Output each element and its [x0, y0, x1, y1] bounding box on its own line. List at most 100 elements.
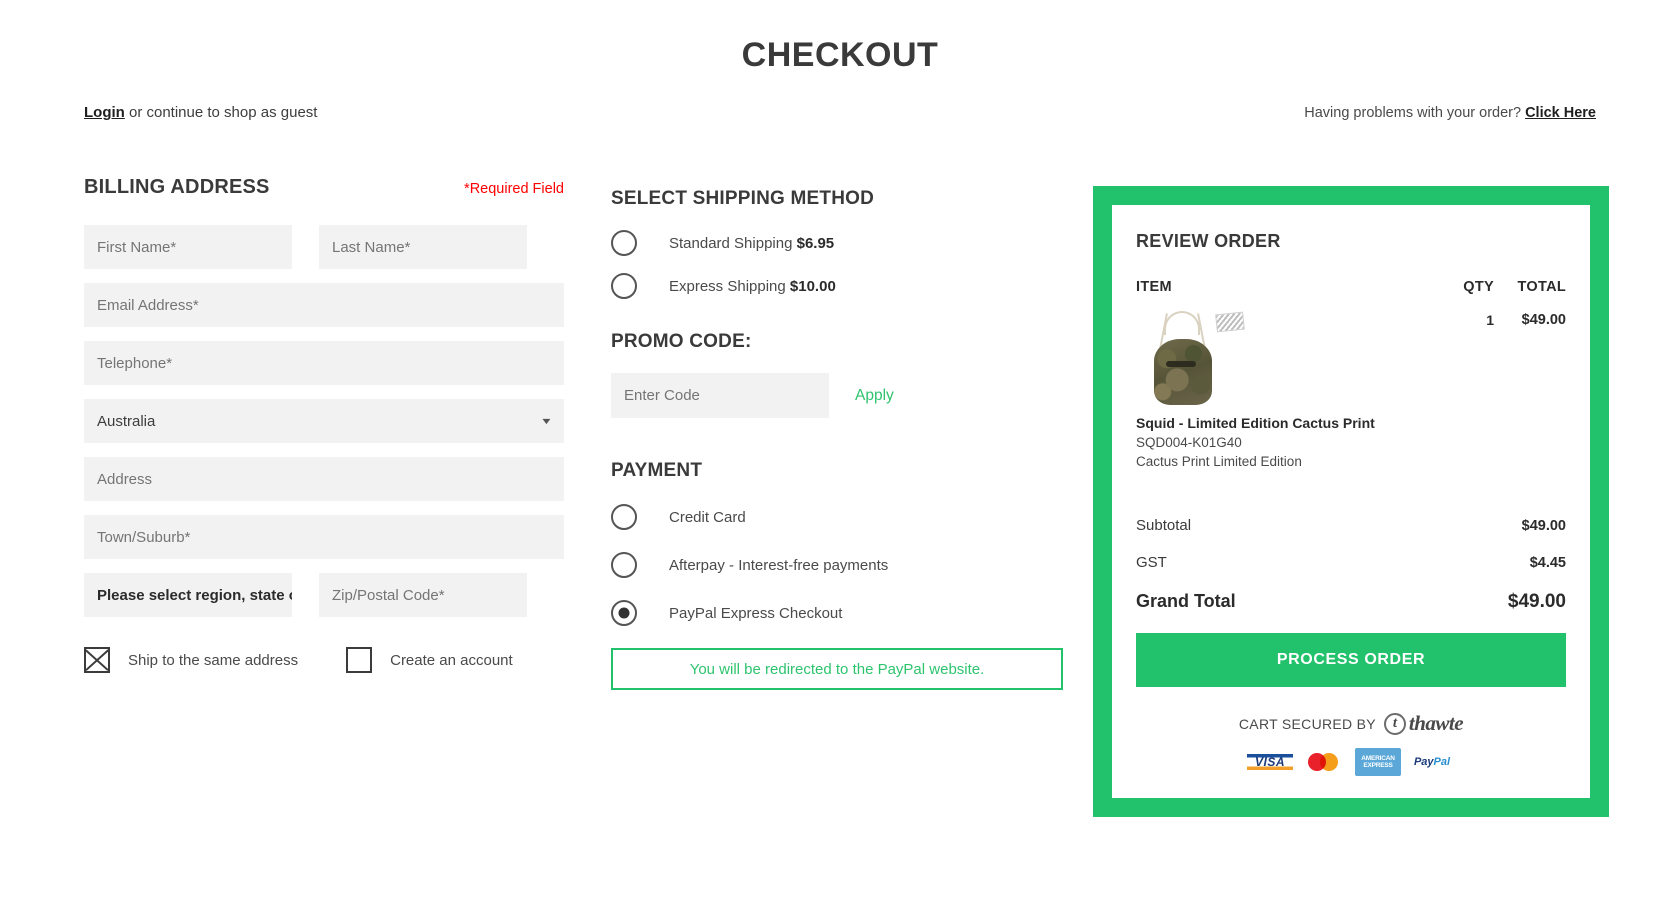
order-item-qty: 1	[1486, 312, 1494, 328]
shipping-express-label: Express Shipping $10.00	[669, 278, 836, 295]
grand-total-row: Grand Total $49.00	[1136, 591, 1566, 613]
region-state-value: Please select region, state o	[97, 586, 292, 604]
thawte-logo: t thawte	[1383, 711, 1464, 736]
payment-paypal-label: PayPal Express Checkout	[669, 604, 843, 622]
payment-option-afterpay[interactable]: Afterpay - Interest-free payments	[611, 552, 1063, 578]
promo-heading: PROMO CODE:	[611, 331, 752, 352]
page-title: CHECKOUT	[741, 36, 939, 74]
subtotal-amount: $49.00	[1521, 518, 1566, 534]
thawte-circle-icon: t	[1383, 712, 1406, 735]
column-header-qty: QTY	[1463, 279, 1494, 295]
guest-text: or continue to shop as guest	[124, 104, 318, 121]
promo-code-input[interactable]	[611, 373, 829, 418]
checkout-page: CHECKOUT Login or continue to shop as gu…	[0, 0, 1680, 900]
review-order-panel: REVIEW ORDER ITEM QTY TOTAL Squid - Limi…	[1093, 186, 1609, 817]
ship-same-address-label: Ship to the same address	[128, 651, 299, 669]
country-select[interactable]: Australia ▼	[84, 399, 564, 443]
column-header-item: ITEM	[1136, 279, 1172, 295]
town-suburb-input[interactable]	[84, 515, 564, 559]
bag-strap-arc	[1164, 311, 1200, 335]
payment-heading: PAYMENT	[611, 460, 703, 481]
grand-total-amount: $49.00	[1507, 591, 1566, 612]
shipping-standard-price: $6.95	[796, 234, 835, 252]
click-here-link[interactable]: Click Here	[1525, 105, 1596, 121]
help-line: Having problems with your order? Click He…	[1304, 105, 1596, 121]
review-order-inner: REVIEW ORDER ITEM QTY TOTAL Squid - Limi…	[1112, 205, 1590, 798]
first-name-input[interactable]	[84, 225, 292, 269]
payment-option-credit-card[interactable]: Credit Card	[611, 504, 1063, 530]
paypal-icon-suffix: Pal	[1433, 756, 1451, 768]
payment-paypal-radio[interactable]	[611, 600, 637, 626]
bag-body	[1154, 339, 1212, 405]
amex-icon: AMERICAN EXPRESS	[1355, 748, 1401, 776]
payment-credit-card-radio[interactable]	[611, 504, 637, 530]
zip-postal-input[interactable]	[319, 573, 527, 617]
shipping-express-text: Express Shipping	[669, 277, 786, 295]
address-input[interactable]	[84, 457, 564, 501]
payment-credit-card-label: Credit Card	[669, 508, 746, 526]
product-tag-icon	[1215, 311, 1245, 333]
create-account-group[interactable]: Create an account	[346, 647, 513, 673]
shipping-express-price: $10.00	[789, 277, 836, 295]
mastercard-icon	[1301, 748, 1347, 776]
order-item-name: Squid - Limited Edition Cactus Print	[1136, 415, 1375, 431]
shipping-payment-column: SELECT SHIPPING METHOD Standard Shipping…	[611, 188, 1063, 690]
gst-amount: $4.45	[1529, 555, 1566, 571]
process-order-button[interactable]: PROCESS ORDER	[1136, 633, 1566, 687]
shipping-heading: SELECT SHIPPING METHOD	[611, 188, 875, 209]
billing-heading: BILLING ADDRESS	[84, 176, 270, 198]
thawte-wordmark: thawte	[1408, 711, 1464, 735]
order-item-total: $49.00	[1521, 312, 1566, 328]
grand-total-label: Grand Total	[1136, 591, 1236, 611]
login-link[interactable]: Login	[84, 104, 125, 121]
column-header-total: TOTAL	[1517, 279, 1566, 295]
promo-row: Apply	[611, 373, 1063, 418]
shipping-standard-radio[interactable]	[611, 230, 637, 256]
cart-secured-label: CART SECURED BY	[1238, 715, 1376, 732]
order-item-row: Squid - Limited Edition Cactus Print SQD…	[1136, 309, 1566, 469]
subtotal-label: Subtotal	[1136, 517, 1192, 534]
region-state-select[interactable]: Please select region, state o	[84, 573, 292, 617]
order-item-thumbnail-wrap	[1136, 309, 1436, 411]
order-totals: Subtotal $49.00 GST $4.45 Grand Total $4…	[1136, 517, 1566, 613]
billing-address-section: BILLING ADDRESS *Required Field Australi…	[84, 176, 564, 673]
last-name-input[interactable]	[319, 225, 527, 269]
chevron-down-icon: ▼	[539, 416, 554, 426]
ship-same-address-checkbox[interactable]	[84, 647, 110, 673]
country-select-value: Australia	[97, 412, 156, 430]
paypal-icon: Pay Pal	[1409, 748, 1455, 776]
payment-afterpay-radio[interactable]	[611, 552, 637, 578]
email-input[interactable]	[84, 283, 564, 327]
guest-line: Login or continue to shop as guest	[84, 104, 317, 121]
billing-checkbox-row: Ship to the same address Create an accou…	[84, 647, 564, 673]
order-item-sku: SQD004-K01G40	[1136, 435, 1242, 450]
shipping-standard-label: Standard Shipping $6.95	[669, 235, 834, 252]
telephone-input[interactable]	[84, 341, 564, 385]
product-thumbnail-icon	[1148, 309, 1218, 409]
region-zip-row: Please select region, state o	[84, 573, 564, 631]
paypal-redirect-notice: You will be redirected to the PayPal web…	[611, 648, 1063, 690]
help-text: Having problems with your order?	[1304, 105, 1522, 121]
review-order-title: REVIEW ORDER	[1136, 231, 1281, 251]
create-account-label: Create an account	[390, 651, 513, 669]
order-item-details: Squid - Limited Edition Cactus Print SQD…	[1136, 309, 1436, 469]
subtotal-row: Subtotal $49.00	[1136, 517, 1566, 534]
order-table-header: ITEM QTY TOTAL	[1136, 279, 1566, 295]
billing-header-row: BILLING ADDRESS *Required Field	[84, 176, 564, 199]
gst-row: GST $4.45	[1136, 554, 1566, 571]
mastercard-orange-circle	[1320, 753, 1338, 771]
shipping-option-express[interactable]: Express Shipping $10.00	[611, 273, 1063, 299]
visa-icon: VISA	[1247, 748, 1293, 776]
create-account-checkbox[interactable]	[346, 647, 373, 673]
shipping-standard-text: Standard Shipping	[669, 234, 793, 252]
shipping-option-standard[interactable]: Standard Shipping $6.95	[611, 230, 1063, 256]
payment-afterpay-label: Afterpay - Interest-free payments	[669, 556, 889, 574]
gst-label: GST	[1136, 554, 1167, 571]
order-item-variant: Cactus Print Limited Edition	[1136, 454, 1302, 469]
cart-secured-row: CART SECURED BY t thawte	[1136, 711, 1566, 736]
apply-promo-button[interactable]: Apply	[855, 387, 894, 405]
payment-option-paypal[interactable]: PayPal Express Checkout	[611, 600, 1063, 626]
payment-logos-row: VISA AMERICAN EXPRESS Pay Pal	[1136, 748, 1566, 776]
shipping-express-radio[interactable]	[611, 273, 637, 299]
ship-same-address-group[interactable]: Ship to the same address	[84, 647, 298, 673]
